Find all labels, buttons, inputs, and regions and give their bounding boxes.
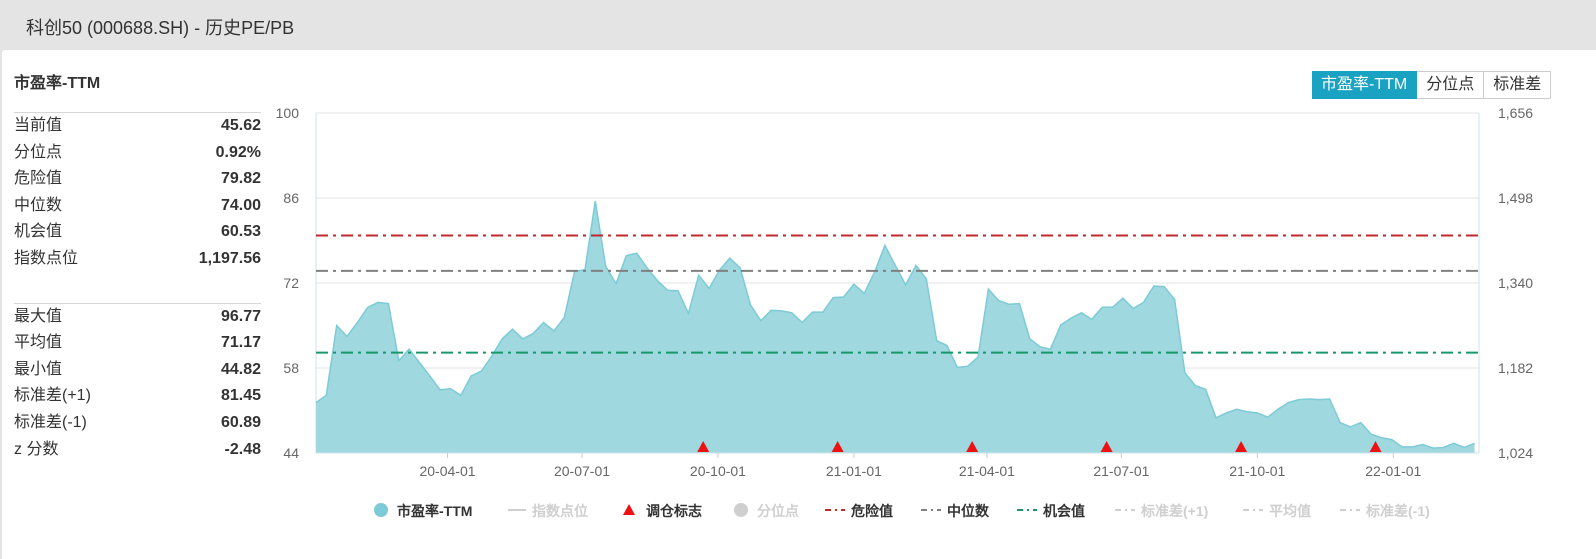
legend-label: 机会值 (1043, 503, 1085, 519)
legend-triangle-icon (623, 504, 635, 515)
legend-label: 市盈率-TTM (397, 503, 472, 519)
legend-label: 平均值 (1269, 503, 1311, 519)
y-tick-label-left: 58 (283, 360, 299, 376)
y-tick-label-right: 1,340 (1498, 275, 1533, 291)
legend-item[interactable]: 平均值 (1243, 503, 1311, 519)
legend-circle-icon (734, 503, 748, 517)
legend-item[interactable]: 危险值 (825, 503, 893, 519)
legend-item[interactable]: 指数点位 (508, 503, 588, 519)
y-tick-label-right: 1,656 (1498, 105, 1533, 121)
x-tick-label: 20-04-01 (419, 463, 475, 479)
x-tick-label: 21-01-01 (826, 463, 882, 479)
y-tick-label-left: 86 (283, 190, 299, 206)
y-tick-label-left: 44 (283, 445, 299, 461)
legend-item[interactable]: 标准差(+1) (1115, 503, 1208, 519)
legend-label: 中位数 (947, 503, 990, 519)
chart-legend: 市盈率-TTM 指数点位 调仓标志 分位点 危险值 中位数 机会值 标准差(+1) 平均值 标准差… (374, 503, 1430, 519)
legend-item[interactable]: 市盈率-TTM (374, 503, 472, 519)
legend-item[interactable]: 调仓标志 (623, 503, 702, 519)
y-tick-label-left: 100 (276, 105, 300, 121)
legend-item[interactable]: 机会值 (1017, 503, 1085, 519)
y-tick-label-right: 1,024 (1498, 445, 1533, 461)
x-tick-label: 20-07-01 (554, 463, 610, 479)
x-tick-label: 20-10-01 (690, 463, 746, 479)
legend-label: 标准差(-1) (1365, 503, 1430, 519)
legend-label: 危险值 (850, 503, 893, 519)
legend-label: 分位点 (757, 503, 799, 519)
x-tick-label: 21-10-01 (1229, 463, 1285, 479)
legend-label: 标准差(+1) (1140, 503, 1208, 519)
y-tick-label-right: 1,498 (1498, 190, 1533, 206)
y-tick-label-right: 1,182 (1498, 360, 1533, 376)
pe-area-fill (316, 201, 1475, 453)
y-tick-label-left: 72 (283, 275, 299, 291)
x-tick-label: 21-07-01 (1093, 463, 1149, 479)
legend-item[interactable]: 分位点 (734, 503, 799, 519)
x-tick-label: 22-01-01 (1365, 463, 1421, 479)
legend-label: 指数点位 (532, 503, 588, 519)
legend-item[interactable]: 标准差(-1) (1340, 503, 1430, 519)
legend-label: 调仓标志 (646, 503, 702, 519)
legend-item[interactable]: 中位数 (921, 503, 990, 519)
pe-history-chart: 100 86 72 58 44 1,656 1,498 1,340 1,182 1,024 20-0… (276, 105, 1534, 519)
x-tick-label: 21-04-01 (959, 463, 1015, 479)
legend-circle-icon (374, 503, 388, 517)
